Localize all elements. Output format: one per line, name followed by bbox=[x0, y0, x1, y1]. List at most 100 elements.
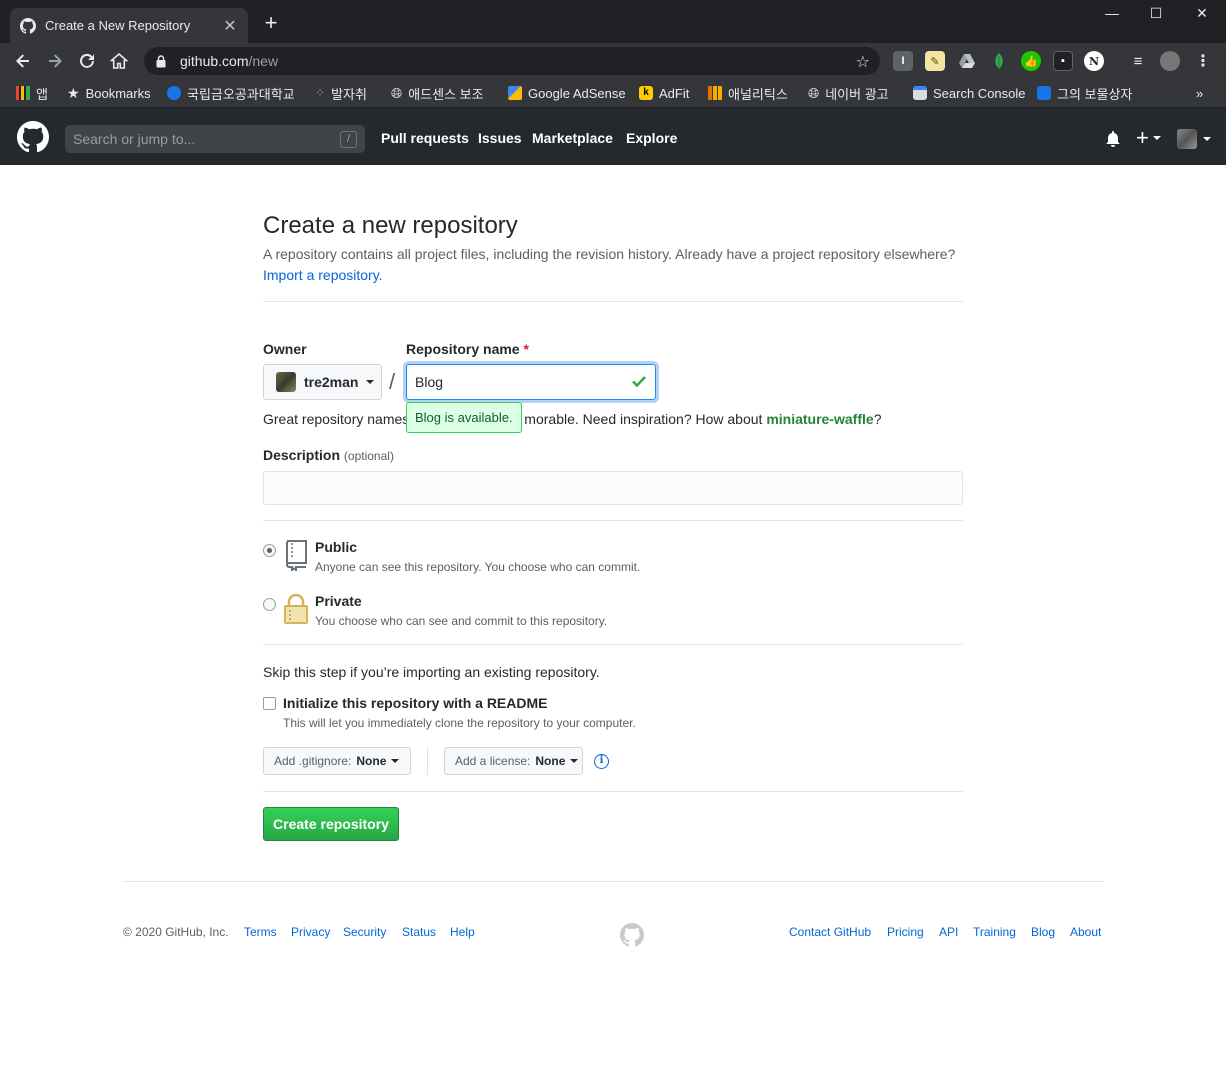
chevron-down-icon bbox=[366, 380, 375, 384]
star-icon: ★ bbox=[67, 84, 80, 101]
private-note: You choose who can see and commit to thi… bbox=[315, 614, 608, 628]
bookmark-item[interactable]: 앱 bbox=[16, 84, 48, 102]
footer-link-terms[interactable]: Terms bbox=[244, 925, 277, 939]
footprints-icon: ⁘ bbox=[315, 86, 326, 100]
bookmark-item[interactable]: 국립금오공과대학교 bbox=[167, 84, 295, 102]
url-text: github.com/new bbox=[180, 53, 279, 69]
footer-link-about[interactable]: About bbox=[1070, 925, 1101, 939]
import-repository-link[interactable]: Import a repository. bbox=[263, 267, 383, 283]
globe-icon: 🌐︎ bbox=[808, 84, 820, 101]
footer-link-privacy[interactable]: Privacy bbox=[291, 925, 330, 939]
bookmark-item[interactable]: ⁘ 발자취 bbox=[315, 84, 367, 102]
new-tab-icon[interactable]: + bbox=[260, 12, 282, 34]
chevron-down-icon bbox=[391, 759, 400, 763]
github-logo-icon[interactable] bbox=[17, 121, 49, 153]
footer-link-blog[interactable]: Blog bbox=[1031, 925, 1055, 939]
extension-note-icon[interactable]: ✎ bbox=[925, 51, 945, 71]
extension-i-icon[interactable]: I bbox=[893, 51, 913, 71]
nav-issues[interactable]: Issues bbox=[478, 130, 522, 146]
extension-dark-icon[interactable]: ▪ bbox=[1053, 51, 1073, 71]
readme-title: Initialize this repository with a README bbox=[283, 695, 548, 711]
divider bbox=[263, 791, 963, 792]
avatar bbox=[1177, 129, 1197, 149]
readme-checkbox[interactable] bbox=[263, 697, 276, 710]
name-hint: Great repository names morable. Need insp… bbox=[263, 411, 882, 427]
page-title: Create a new repository bbox=[263, 212, 518, 239]
suggested-name-link[interactable]: miniature-waffle bbox=[766, 411, 873, 427]
google-drive-icon[interactable] bbox=[957, 51, 977, 71]
bookmark-item[interactable]: ★ Bookmarks bbox=[67, 84, 151, 102]
bookmark-item[interactable]: 애널리틱스 bbox=[708, 84, 788, 102]
adsense-icon bbox=[508, 86, 522, 100]
gitignore-select[interactable]: Add .gitignore: None bbox=[263, 747, 411, 775]
github-header: / Pull requests Issues Marketplace Explo… bbox=[0, 108, 1226, 165]
media-queue-icon[interactable]: ≡ bbox=[1128, 51, 1148, 71]
browser-tab[interactable]: Create a New Repository ✕ bbox=[10, 8, 248, 43]
description-input[interactable] bbox=[263, 471, 963, 505]
extension-leaf-icon[interactable] bbox=[989, 51, 1009, 71]
bookmark-item[interactable]: Search Console bbox=[913, 84, 1026, 102]
search-shortcut-key: / bbox=[340, 131, 357, 148]
extension-thumb-icon[interactable]: 👍 bbox=[1021, 51, 1041, 71]
footer-link-help[interactable]: Help bbox=[450, 925, 475, 939]
github-search: / bbox=[65, 125, 365, 153]
create-repository-button[interactable]: Create repository bbox=[263, 807, 399, 841]
footer-copyright: © 2020 GitHub, Inc. bbox=[123, 925, 229, 939]
tab-title: Create a New Repository bbox=[45, 18, 191, 33]
tab-close-icon[interactable]: ✕ bbox=[222, 16, 238, 36]
search-input[interactable] bbox=[73, 131, 333, 147]
owner-label: Owner bbox=[263, 341, 307, 357]
nav-marketplace[interactable]: Marketplace bbox=[532, 130, 613, 146]
bookmarks-bar: 앱 ★ Bookmarks 국립금오공과대학교 ⁘ 발자취 🌐︎ 애드센스 보조… bbox=[0, 79, 1226, 108]
license-select[interactable]: Add a license: None bbox=[444, 747, 583, 775]
repo-book-icon bbox=[286, 540, 307, 571]
info-icon[interactable]: i bbox=[594, 754, 609, 769]
close-window-icon[interactable]: ✕ bbox=[1192, 5, 1212, 22]
owner-select[interactable]: tre2man bbox=[263, 364, 382, 400]
divider bbox=[263, 520, 963, 521]
extension-n-icon[interactable]: N bbox=[1084, 51, 1104, 71]
github-favicon-icon bbox=[20, 17, 36, 34]
footer-link-pricing[interactable]: Pricing bbox=[887, 925, 924, 939]
analytics-icon bbox=[708, 86, 722, 100]
reload-icon[interactable] bbox=[75, 49, 99, 73]
repo-name-input[interactable] bbox=[415, 374, 625, 390]
bookmark-star-icon[interactable]: ☆ bbox=[856, 52, 870, 72]
divider bbox=[263, 644, 963, 645]
browser-menu-icon[interactable]: ⋮ bbox=[1193, 51, 1213, 71]
globe-icon: 🌐︎ bbox=[391, 84, 403, 101]
back-icon[interactable] bbox=[11, 49, 35, 73]
readme-note: This will let you immediately clone the … bbox=[283, 716, 636, 730]
footer-link-security[interactable]: Security bbox=[343, 925, 386, 939]
profile-avatar[interactable] bbox=[1160, 51, 1180, 71]
maximize-icon[interactable]: ☐ bbox=[1146, 5, 1166, 22]
user-menu[interactable] bbox=[1177, 129, 1211, 149]
private-radio[interactable] bbox=[263, 598, 276, 611]
lock-icon bbox=[156, 54, 166, 67]
divider bbox=[427, 747, 428, 775]
forward-icon[interactable] bbox=[43, 49, 67, 73]
bell-icon[interactable] bbox=[1105, 131, 1121, 150]
create-new-menu[interactable]: + bbox=[1136, 127, 1161, 149]
bookmarks-overflow-icon[interactable]: » bbox=[1196, 84, 1203, 102]
lock-icon bbox=[284, 593, 308, 624]
footer-link-contact[interactable]: Contact GitHub bbox=[789, 925, 871, 939]
minimize-icon[interactable]: — bbox=[1102, 5, 1122, 21]
description-label: Description (optional) bbox=[263, 447, 394, 463]
footer-link-api[interactable]: API bbox=[939, 925, 958, 939]
github-mark-icon[interactable] bbox=[620, 923, 644, 947]
bookmark-item[interactable]: 🌐︎ 애드센스 보조 bbox=[391, 84, 484, 102]
nav-explore[interactable]: Explore bbox=[626, 130, 677, 146]
nav-pull-requests[interactable]: Pull requests bbox=[381, 130, 469, 146]
address-bar[interactable]: github.com/new ☆ bbox=[144, 47, 880, 75]
page-subtitle: A repository contains all project files,… bbox=[263, 246, 956, 283]
bookmark-item[interactable]: k AdFit bbox=[639, 84, 689, 102]
bookmark-item[interactable]: 🌐︎ 네이버 광고 bbox=[808, 84, 889, 102]
home-icon[interactable] bbox=[107, 49, 131, 73]
public-radio[interactable] bbox=[263, 544, 276, 557]
footer-link-status[interactable]: Status bbox=[402, 925, 436, 939]
footer-link-training[interactable]: Training bbox=[973, 925, 1016, 939]
bookmark-item[interactable]: Google AdSense bbox=[508, 84, 626, 102]
repo-name-label: Repository name * bbox=[406, 341, 529, 357]
bookmark-item[interactable]: 그의 보물상자 bbox=[1037, 84, 1132, 102]
